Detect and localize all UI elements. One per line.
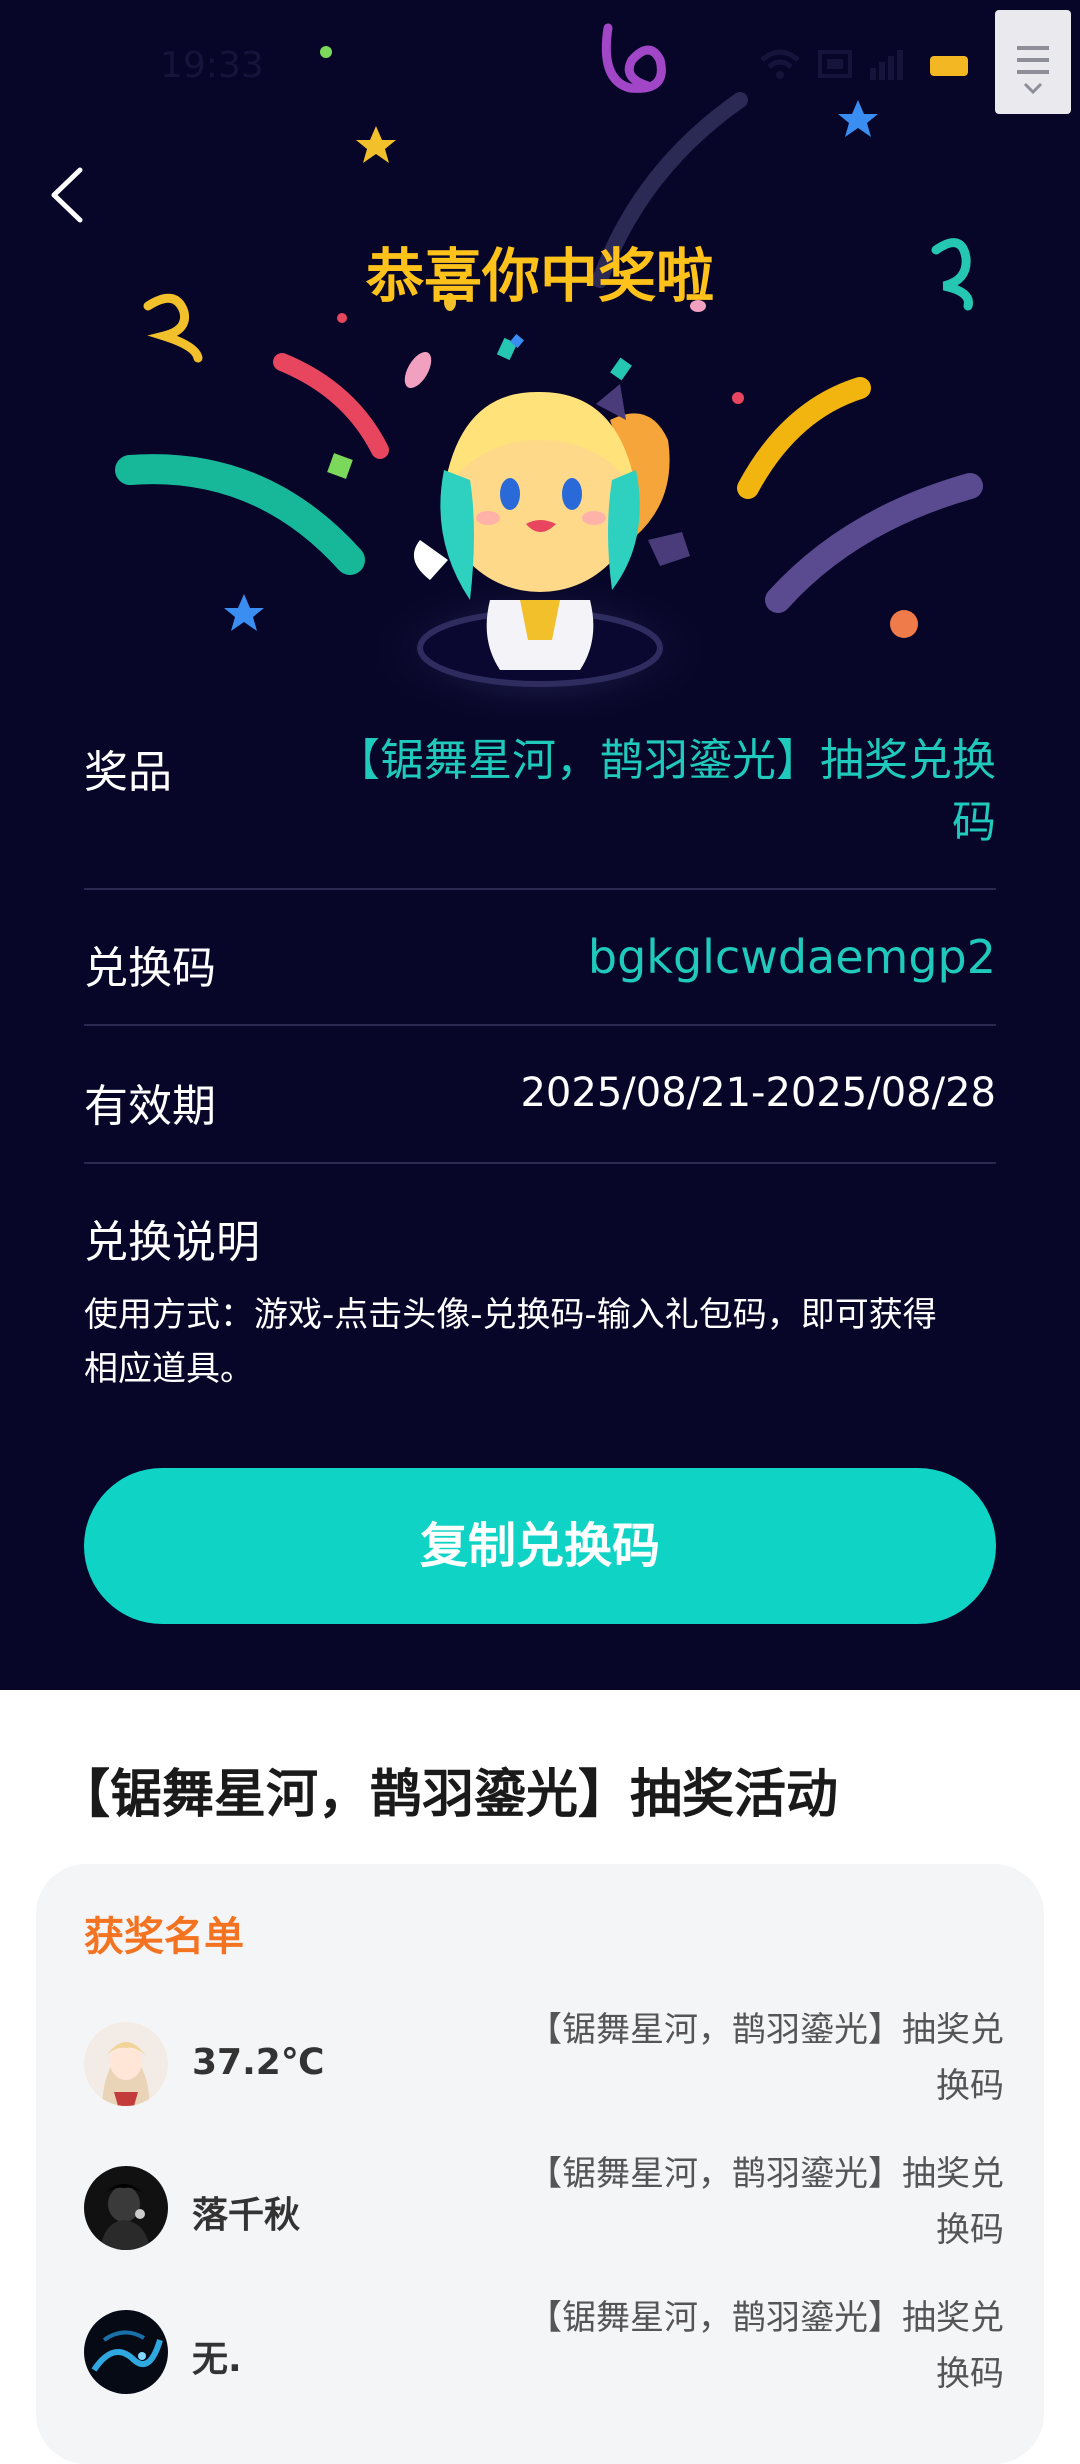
winner-name: 无. [192,2339,242,2380]
avatar[interactable] [84,2310,168,2394]
instructions-label: 兑换说明 [84,1217,260,1268]
validity-value: 2025/08/21-2025/08/28 [520,1070,996,1116]
battery-icon [930,56,968,76]
winner-row: 落千秋 【锯舞星河，鹊羽鎏光】抽奖兑 换码 [84,2146,1004,2266]
divider [84,1162,996,1164]
drag-handle[interactable] [995,10,1071,114]
status-icons [760,48,980,88]
page-title: 恭喜你中奖啦 [365,241,714,310]
winner-prize-line2: 换码 [936,2066,1004,2106]
winner-row: 37.2℃ 【锯舞星河，鹊羽鎏光】抽奖兑 换码 [84,2002,1004,2122]
prize-panel: 19:33 恭喜你中奖啦 奖品 【锯舞星河，鹊羽鎏光】抽奖兑换 码 兑换码 bg… [0,0,1080,1690]
validity-label: 有效期 [84,1081,216,1132]
winners-card: 获奖名单 37.2℃ 【锯舞星河，鹊羽鎏光】抽奖兑 换码 落千秋 【锯舞星河，鹊… [36,1864,1044,2464]
prize-value-line2: 码 [952,797,996,848]
avatar[interactable] [84,2022,168,2106]
back-button[interactable] [40,160,100,230]
winner-prize-line2: 换码 [936,2354,1004,2394]
code-label: 兑换码 [84,943,216,994]
winner-prize-line2: 换码 [936,2210,1004,2250]
winner-prize-line1: 【锯舞星河，鹊羽鎏光】抽奖兑 [528,2298,1004,2338]
prize-label: 奖品 [84,747,172,798]
instructions-line1: 使用方式：游戏-点击头像-兑换码-输入礼包码，即可获得 [84,1295,937,1335]
winner-prize: 【锯舞星河，鹊羽鎏光】抽奖兑 换码 [484,2146,1004,2258]
validity-row: 有效期 2025/08/21-2025/08/28 [84,1064,996,1134]
copy-code-button[interactable]: 复制兑换码 [84,1468,996,1624]
avatar[interactable] [84,2166,168,2250]
instructions-text: 使用方式：游戏-点击头像-兑换码-输入礼包码，即可获得 相应道具。 [84,1288,996,1396]
winner-name: 37.2℃ [192,2042,325,2083]
chevron-down-icon [1023,82,1043,95]
back-arrow-icon [51,167,83,223]
winner-prize-line1: 【锯舞星河，鹊羽鎏光】抽奖兑 [528,2154,1004,2194]
prize-value-line1: 【锯舞星河，鹊羽鎏光】抽奖兑换 [336,735,996,786]
instructions-heading-row: 兑换说明 [84,1200,996,1270]
status-bar: 19:33 [0,0,1080,130]
wifi-icon [760,49,800,79]
prize-row: 奖品 【锯舞星河，鹊羽鎏光】抽奖兑换 码 [84,730,996,850]
code-row: 兑换码 bgkglcwdaemgp2 [84,926,996,996]
divider [84,888,996,890]
winner-prize-line1: 【锯舞星河，鹊羽鎏光】抽奖兑 [528,2010,1004,2050]
winners-title: 获奖名单 [84,1914,244,1960]
winner-row: 无. 【锯舞星河，鹊羽鎏光】抽奖兑 换码 [84,2290,1004,2410]
status-time: 19:33 [160,45,264,86]
instructions-line2: 相应道具。 [84,1349,254,1389]
code-value[interactable]: bgkglcwdaemgp2 [588,930,996,984]
activity-title: 【锯舞星河，鹊羽鎏光】抽奖活动 [58,1765,839,1825]
sim-icon [818,50,852,78]
signal-icon [870,50,903,80]
prize-value: 【锯舞星河，鹊羽鎏光】抽奖兑换 码 [296,730,996,854]
winner-name: 落千秋 [192,2195,301,2236]
winner-prize: 【锯舞星河，鹊羽鎏光】抽奖兑 换码 [484,2290,1004,2402]
divider [84,1024,996,1026]
winner-prize: 【锯舞星河，鹊羽鎏光】抽奖兑 换码 [484,2002,1004,2114]
